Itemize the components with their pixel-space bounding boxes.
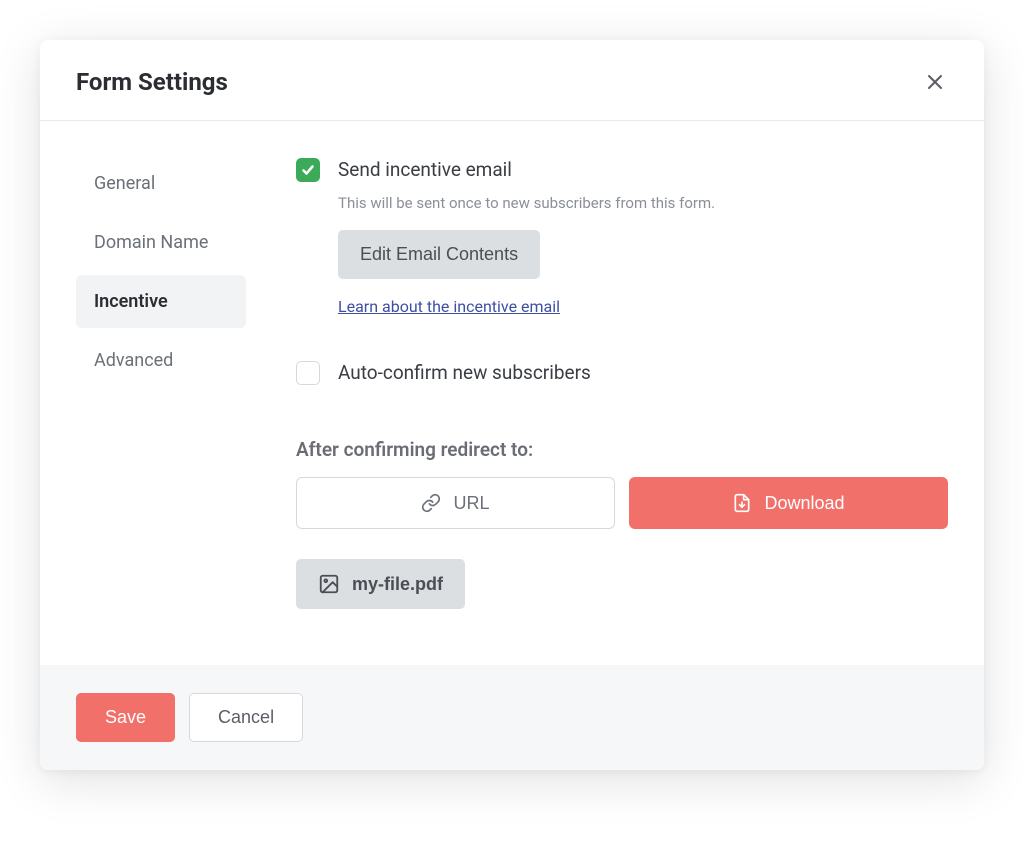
redirect-download-button[interactable]: Download bbox=[629, 477, 948, 529]
modal-body: General Domain Name Incentive Advanced S… bbox=[40, 121, 984, 665]
redirect-button-group: URL Download bbox=[296, 477, 948, 529]
link-icon bbox=[421, 493, 441, 513]
url-button-label: URL bbox=[453, 493, 489, 514]
send-incentive-row: Send incentive email This will be sent o… bbox=[296, 157, 948, 316]
file-name: my-file.pdf bbox=[352, 574, 443, 595]
save-button[interactable]: Save bbox=[76, 693, 175, 742]
redirect-heading: After confirming redirect to: bbox=[296, 438, 948, 461]
file-chip[interactable]: my-file.pdf bbox=[296, 559, 465, 609]
send-incentive-desc: This will be sent once to new subscriber… bbox=[338, 194, 948, 212]
redirect-section: After confirming redirect to: URL bbox=[296, 438, 948, 609]
redirect-url-button[interactable]: URL bbox=[296, 477, 615, 529]
sidebar-item-domain-name[interactable]: Domain Name bbox=[76, 216, 246, 269]
send-incentive-label: Send incentive email bbox=[338, 157, 948, 184]
close-button[interactable] bbox=[922, 69, 948, 95]
sidebar-item-general[interactable]: General bbox=[76, 157, 246, 210]
sidebar-item-incentive[interactable]: Incentive bbox=[76, 275, 246, 328]
auto-confirm-label: Auto-confirm new subscribers bbox=[338, 360, 948, 387]
learn-incentive-link[interactable]: Learn about the incentive email bbox=[338, 297, 560, 316]
form-settings-modal: Form Settings General Domain Name Incent… bbox=[40, 40, 984, 770]
close-icon bbox=[926, 73, 944, 91]
download-button-label: Download bbox=[764, 493, 844, 514]
auto-confirm-row: Auto-confirm new subscribers bbox=[296, 360, 948, 387]
auto-confirm-body: Auto-confirm new subscribers bbox=[338, 360, 948, 387]
send-incentive-checkbox[interactable] bbox=[296, 158, 320, 182]
edit-email-contents-button[interactable]: Edit Email Contents bbox=[338, 230, 540, 279]
image-icon bbox=[318, 573, 340, 595]
download-icon bbox=[732, 493, 752, 513]
settings-sidebar: General Domain Name Incentive Advanced bbox=[76, 157, 246, 609]
send-incentive-body: Send incentive email This will be sent o… bbox=[338, 157, 948, 316]
check-icon bbox=[301, 163, 315, 177]
modal-footer: Save Cancel bbox=[40, 665, 984, 770]
settings-content: Send incentive email This will be sent o… bbox=[296, 157, 948, 609]
auto-confirm-checkbox[interactable] bbox=[296, 361, 320, 385]
modal-header: Form Settings bbox=[40, 40, 984, 121]
sidebar-item-advanced[interactable]: Advanced bbox=[76, 334, 246, 387]
cancel-button[interactable]: Cancel bbox=[189, 693, 303, 742]
modal-title: Form Settings bbox=[76, 68, 228, 96]
